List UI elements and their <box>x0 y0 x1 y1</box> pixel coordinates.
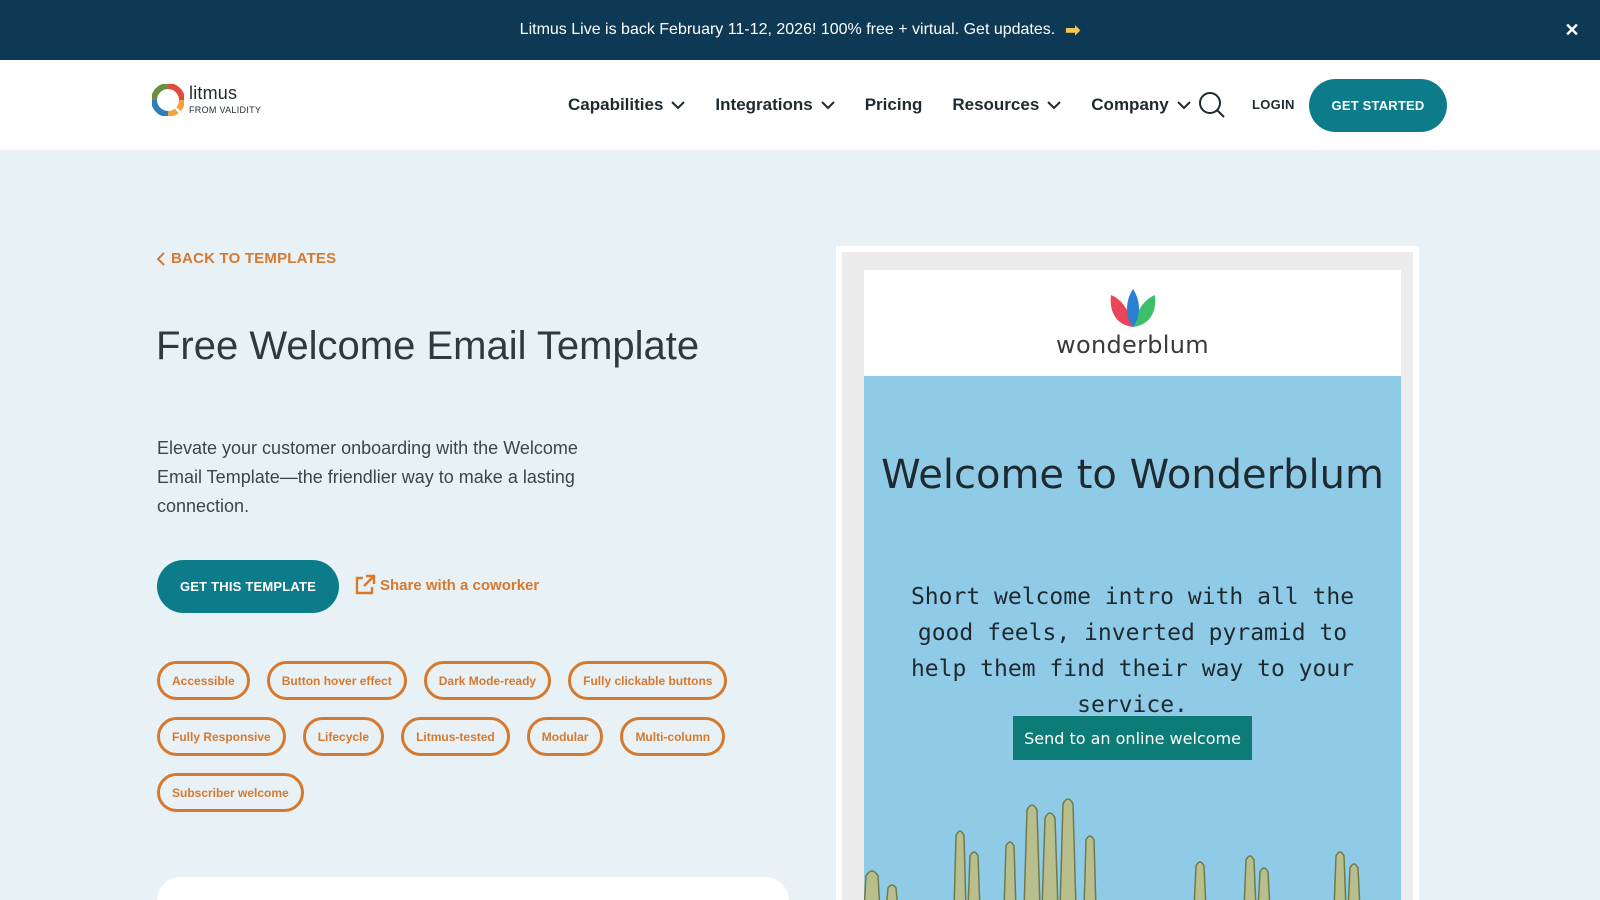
email-hero: Welcome to Wonderblum Short welcome intr… <box>864 376 1401 900</box>
site-header: litmus FROM VALIDITY Capabilities Integr… <box>0 60 1600 150</box>
tag-subscriber-welcome[interactable]: Subscriber welcome <box>157 773 304 812</box>
tag-multi-column[interactable]: Multi-column <box>620 717 726 756</box>
logo-subtitle: FROM VALIDITY <box>189 105 262 115</box>
external-link-icon <box>355 574 376 595</box>
email-title: Welcome to Wonderblum <box>881 452 1384 498</box>
page-description: Elevate your customer onboarding with th… <box>157 438 578 516</box>
page-title: Free Welcome Email Template <box>156 324 700 368</box>
share-with-coworker-link[interactable]: Share with a coworker <box>354 574 539 596</box>
tag-fully-responsive[interactable]: Fully Responsive <box>157 717 286 756</box>
chevron-down-icon <box>821 100 835 109</box>
email-intro: Short welcome intro with all the good fe… <box>910 584 1355 718</box>
tag-dark-mode-ready[interactable]: Dark Mode-ready <box>423 661 552 700</box>
nav-resources[interactable]: Resources <box>952 95 1061 115</box>
wonderblum-logo-icon <box>1110 289 1155 327</box>
login-link[interactable]: LOGIN <box>1252 97 1295 112</box>
tag-accessible[interactable]: Accessible <box>157 661 250 700</box>
litmus-logo-icon <box>152 84 184 116</box>
share-label: Share with a coworker <box>380 576 540 594</box>
nav-label: Capabilities <box>568 95 664 114</box>
email-preview: wonderblum Welcome to Wonderblum Short w… <box>864 270 1401 900</box>
back-to-templates-link[interactable]: BACK TO TEMPLATES <box>157 250 336 267</box>
preview-canvas: wonderblum Welcome to Wonderblum Short w… <box>842 252 1413 900</box>
tag-lifecycle[interactable]: Lifecycle <box>302 717 385 756</box>
nav-capabilities[interactable]: Capabilities <box>568 95 686 115</box>
nav-label: Pricing <box>864 95 923 114</box>
nav-label: Integrations <box>715 95 813 114</box>
nav-label: Company <box>1091 95 1169 114</box>
search-icon[interactable] <box>1198 91 1226 119</box>
litmus-logo[interactable]: litmus FROM VALIDITY <box>152 84 261 116</box>
logo-name: litmus <box>189 83 238 103</box>
nav-company[interactable]: Company <box>1091 95 1191 115</box>
feature-tags: Accessible Button hover effect Dark Mode… <box>157 661 757 829</box>
content-card <box>157 877 789 900</box>
email-header: wonderblum <box>864 270 1401 376</box>
nav-pricing[interactable]: Pricing <box>865 95 923 115</box>
nav-label: Resources <box>952 95 1040 114</box>
tag-row: Subscriber welcome <box>157 773 757 812</box>
tag-fully-clickable-buttons[interactable]: Fully clickable buttons <box>568 661 728 700</box>
arrow-right-icon[interactable]: ➡ <box>1065 20 1080 41</box>
tag-modular[interactable]: Modular <box>526 717 604 756</box>
back-link-label: BACK TO TEMPLATES <box>171 250 337 267</box>
nav-integrations[interactable]: Integrations <box>715 95 835 115</box>
chevron-down-icon <box>671 100 686 109</box>
template-preview: wonderblum Welcome to Wonderblum Short w… <box>836 246 1419 900</box>
email-cta-button[interactable]: Send to an online welcome <box>1013 716 1252 760</box>
cactus-image <box>864 798 1361 900</box>
announcement-text[interactable]: Litmus Live is back February 11-12, 2026… <box>520 21 1056 39</box>
get-this-template-button[interactable]: GET THIS TEMPLATE <box>157 560 339 613</box>
tag-row: Accessible Button hover effect Dark Mode… <box>157 661 757 700</box>
close-icon[interactable]: ✕ <box>1562 20 1582 40</box>
tag-litmus-tested[interactable]: Litmus-tested <box>401 717 510 756</box>
main-nav: Capabilities Integrations Pricing Resour… <box>568 60 1221 150</box>
tag-row: Fully Responsive Lifecycle Litmus-tested… <box>157 717 757 756</box>
get-started-button[interactable]: GET STARTED <box>1309 79 1447 132</box>
chevron-left-icon <box>157 251 165 266</box>
tag-button-hover-effect[interactable]: Button hover effect <box>266 661 407 700</box>
chevron-down-icon <box>1177 100 1191 109</box>
chevron-down-icon <box>1047 100 1061 109</box>
announcement-bar: Litmus Live is back February 11-12, 2026… <box>0 0 1600 60</box>
email-brand-name: wonderblum <box>1056 331 1209 359</box>
